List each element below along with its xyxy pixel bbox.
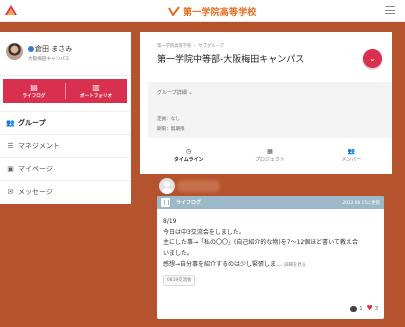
book-icon: ▤ — [30, 83, 38, 92]
tab-members[interactable]: 👥 メンバー — [311, 142, 392, 168]
post-date: 2022.08.15に更新 — [342, 200, 381, 206]
list-icon: ☰ — [7, 142, 14, 150]
group-details-label: グループ詳細 — [157, 90, 187, 96]
verified-badge-icon — [28, 46, 34, 52]
chevron-down-icon: ⌄ — [188, 90, 193, 96]
brand-mark-icon — [168, 6, 180, 16]
sidebar-item-mypage[interactable]: ▣ マイページ — [0, 157, 131, 180]
users-icon: 👥 — [6, 119, 15, 127]
portfolio-tile-label: ポートフォリオ — [79, 94, 113, 99]
sidebar-menu: 👥 グループ ☰ マネジメント ▣ マイページ ✉ メッセージ — [0, 111, 131, 203]
sidebar: 倉田 まさみ 大阪梅田キャンパス ▤ ライフログ ▥ ポートフォリオ 👥 グルー… — [0, 32, 131, 204]
post-type-label: ライフログ — [176, 200, 202, 206]
menu-icon[interactable] — [385, 6, 395, 14]
group-capacity: 定員：なし — [157, 117, 180, 122]
tab-timeline[interactable]: ◷ タイムライン — [148, 142, 229, 168]
page-title: 第一学院中等部-大阪梅田キャンパス — [157, 55, 305, 65]
tab-label: プロジェクト — [254, 156, 285, 163]
like-count: 3 — [374, 305, 378, 312]
group-details-area: グループ詳細 ⌄ 定員：なし 期限：無期限 — [148, 82, 392, 138]
tab-label: メンバー — [341, 156, 362, 163]
lifelog-icon — [161, 198, 170, 207]
chevron-down-button[interactable]: ⌄ — [363, 49, 382, 68]
portfolio-tile-button[interactable]: ▥ ポートフォリオ — [65, 79, 127, 103]
document-icon: ▦ — [267, 147, 273, 155]
lifelog-tile-label: ライフログ — [22, 94, 46, 99]
open-book-icon: ▥ — [92, 83, 100, 92]
post-line: 8/19 — [163, 218, 177, 225]
group-panel: 第一学院高等学校 ・ サブグループ 第一学院中等部-大阪梅田キャンパス ⌄ グル… — [140, 32, 392, 174]
tab-label: タイムライン — [173, 156, 204, 163]
group-tabs: ◷ タイムライン ▦ プロジェクト 👥 メンバー — [148, 142, 392, 168]
post-body: 8/19 今日は中3交流会をしました。 主にした事→「私の〇〇」(自己紹介的な物… — [157, 209, 384, 286]
school-logo-icon[interactable] — [4, 4, 18, 16]
read-more-link[interactable]: 詳細を見る — [284, 263, 306, 268]
sidebar-item-group[interactable]: 👥 グループ — [0, 111, 131, 134]
lifelog-tile-button[interactable]: ▤ ライフログ — [3, 79, 65, 103]
sidebar-item-label: メッセージ — [18, 188, 53, 196]
post-line-text: 感想→自分事を紹介するのは少し緊張しま… — [163, 260, 283, 268]
sidebar-item-label: マネジメント — [18, 142, 60, 150]
user-profile[interactable]: 倉田 まさみ 大阪梅田キャンパス — [0, 32, 131, 76]
post-tag[interactable]: 0819交流会 — [163, 274, 196, 286]
sidebar-item-label: マイページ — [18, 165, 53, 173]
post-line: 今日は中3交流会をしました。 — [163, 228, 245, 236]
heart-icon[interactable]: ♥ — [367, 305, 373, 312]
user-campus: 大阪梅田キャンパス — [28, 57, 70, 62]
user-name: 倉田 まさみ — [35, 45, 73, 53]
post-card-header: ライフログ 2022.08.15に更新 — [157, 196, 384, 209]
post-line: いました。 — [163, 250, 194, 258]
envelope-icon: ✉ — [7, 188, 14, 196]
top-header: 第一学院高等学校 — [0, 0, 405, 22]
avatar[interactable] — [6, 43, 23, 60]
sidebar-item-management[interactable]: ☰ マネジメント — [0, 134, 131, 157]
post-line: 主にした事→「私の〇〇」(自己紹介的な物)を7〜12個ほど書いて教え合 — [163, 239, 358, 247]
profile-card-icon: ▣ — [7, 165, 14, 173]
group-period: 期限：無期限 — [157, 127, 185, 132]
sidebar-item-message[interactable]: ✉ メッセージ — [0, 180, 131, 203]
post-author-name-blurred — [177, 180, 220, 192]
clock-icon: ◷ — [186, 147, 192, 155]
brand-logo[interactable]: 第一学院高等学校 — [168, 4, 257, 18]
breadcrumb[interactable]: 第一学院高等学校 ・ サブグループ — [157, 43, 224, 49]
post-line: 感想→自分事を紹介するのは少し緊張しま… 詳細を見る — [163, 260, 379, 272]
post-author-avatar[interactable] — [159, 178, 175, 194]
brand-name: 第一学院高等学校 — [183, 7, 257, 18]
post-card[interactable]: ライフログ 2022.08.15に更新 8/19 今日は中3交流会をしました。 … — [157, 196, 384, 319]
tab-project[interactable]: ▦ プロジェクト — [229, 142, 310, 168]
comment-count: 1 — [359, 305, 363, 312]
quick-tiles: ▤ ライフログ ▥ ポートフォリオ — [3, 79, 127, 103]
sidebar-item-label: グループ — [18, 119, 46, 127]
post-reactions: 1 ♥ 3 — [350, 305, 378, 312]
members-icon: 👥 — [347, 147, 356, 155]
comment-icon[interactable] — [350, 305, 358, 312]
group-details-toggle[interactable]: グループ詳細 ⌄ — [157, 89, 193, 96]
